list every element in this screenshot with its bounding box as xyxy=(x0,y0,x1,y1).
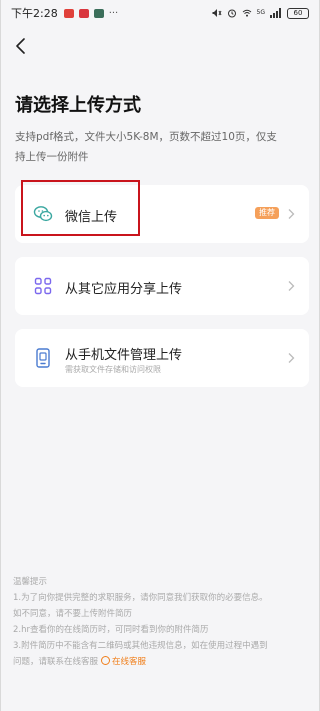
headset-icon xyxy=(101,656,111,665)
apps-icon xyxy=(33,276,53,296)
app-notification-icon-2 xyxy=(78,8,89,18)
chevron-left-icon xyxy=(16,38,25,54)
page-title: 请选择上传方式 xyxy=(15,95,141,116)
phone-icon xyxy=(33,348,53,368)
recommended-badge: 推荐 xyxy=(255,207,279,219)
chevron-right-icon xyxy=(288,209,295,219)
tip-line-3: 2.hr查看你的在线简历时，可同时看到你的附件简历 xyxy=(13,625,209,635)
tip-line-2: 如不同意，请不要上传附件简历 xyxy=(13,609,133,619)
network-type: 5G xyxy=(256,9,265,16)
tips-heading: 温馨提示 xyxy=(13,577,48,587)
tip-line-1: 1.为了向你提供完整的求职服务，请你同意我们获取你的必要信息。 xyxy=(13,593,268,603)
share-from-apps-label: 从其它应用分享上传 xyxy=(65,282,183,297)
page-subtitle: 支持pdf格式，文件大小5K-8M，页数不超过10页，仅支 持上传一份附件 xyxy=(15,127,309,167)
subtitle-line-1: 支持pdf格式，文件大小5K-8M，页数不超过10页，仅支 xyxy=(15,131,277,143)
file-manager-label: 从手机文件管理上传 xyxy=(65,348,183,363)
file-permission-hint: 需获取文件存储和访问权限 xyxy=(65,365,161,374)
signal-icon xyxy=(270,8,281,18)
share-from-apps-option[interactable]: 从其它应用分享上传 xyxy=(15,257,309,315)
app-notification-icon-3 xyxy=(93,8,104,18)
status-time: 下午2:28 xyxy=(11,7,58,20)
online-service-link[interactable]: 在线客服 xyxy=(112,657,146,667)
status-right: 5G 60 xyxy=(212,7,309,19)
chevron-right-icon xyxy=(288,353,295,363)
more-dots-icon: ··· xyxy=(108,7,119,19)
wifi-icon xyxy=(242,9,251,17)
back-button[interactable] xyxy=(9,34,33,58)
tip-line-4: 3.附件简历中不能含有二维码或其他违规信息，如在使用过程中遇到 xyxy=(13,641,268,651)
upload-method-screen: 下午2:28 ··· 5G 60 请选择上传方式 支持pdf格式，文件大小5K-… xyxy=(0,0,320,711)
tip-line-5: 问题，请联系在线客服 在线客服 xyxy=(13,654,313,670)
mute-icon xyxy=(212,9,221,17)
highlight-annotation xyxy=(21,180,140,236)
subtitle-line-2: 持上传一份附件 xyxy=(15,151,89,163)
alarm-icon xyxy=(227,9,236,18)
tip-line-5-text: 问题，请联系在线客服 xyxy=(13,657,99,667)
status-bar: 下午2:28 ··· 5G 60 xyxy=(1,0,319,26)
notification-icons: ··· xyxy=(63,7,119,19)
file-manager-option[interactable]: 从手机文件管理上传 需获取文件存储和访问权限 xyxy=(15,329,309,387)
chevron-right-icon xyxy=(288,281,295,291)
tips-section: 温馨提示 1.为了向你提供完整的求职服务，请你同意我们获取你的必要信息。 如不同… xyxy=(13,574,313,670)
app-notification-icon xyxy=(63,8,74,18)
battery-icon: 60 xyxy=(287,7,309,19)
